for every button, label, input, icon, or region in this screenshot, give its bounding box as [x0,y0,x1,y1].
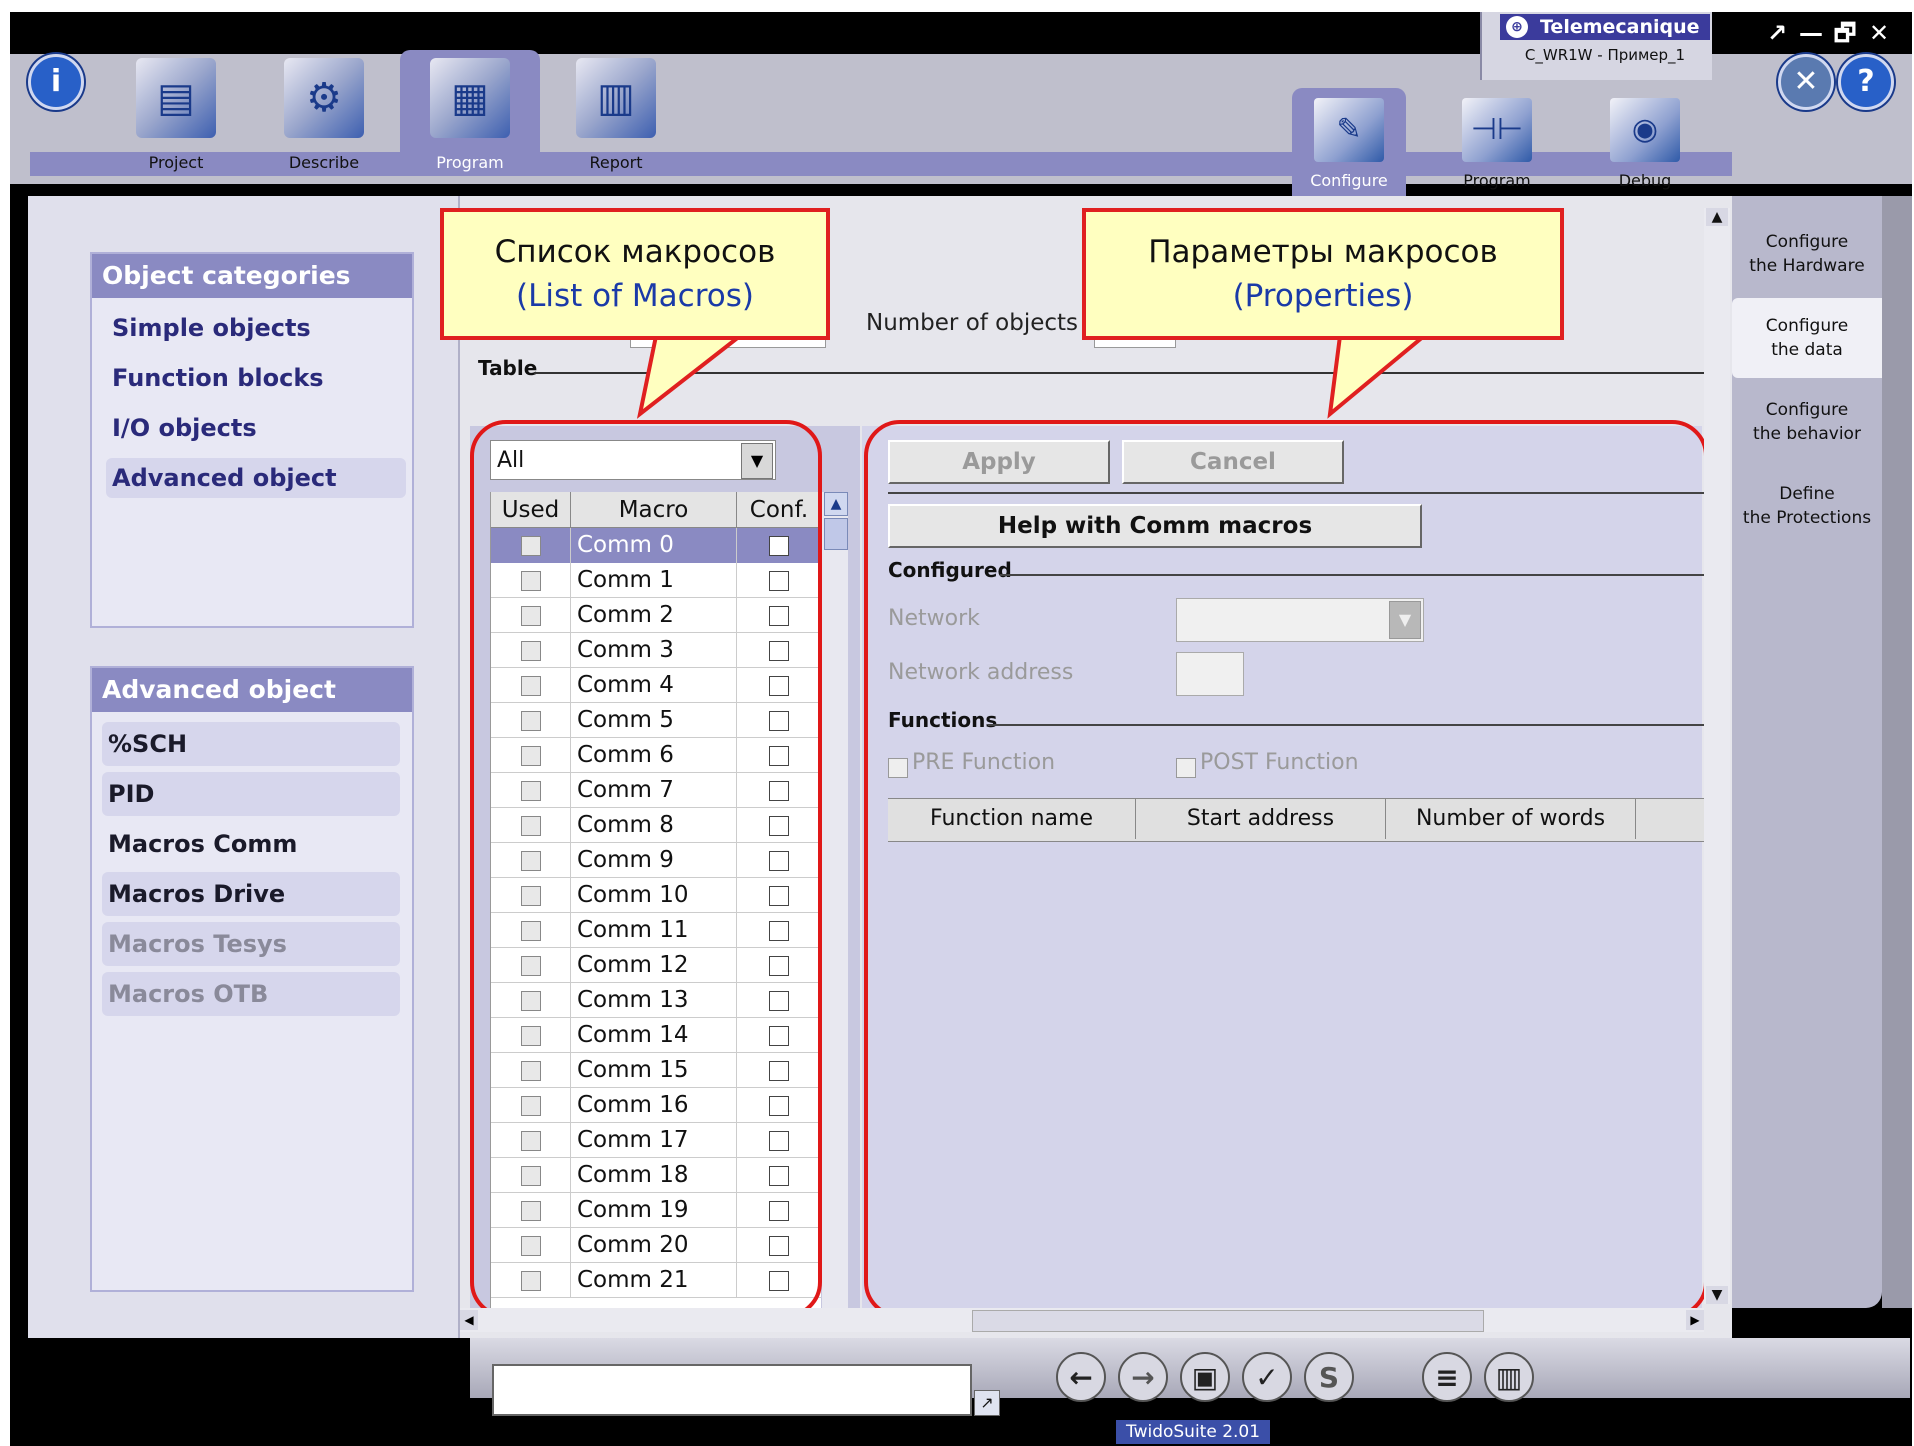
callout-props-en: (Properties) [1232,278,1414,314]
back-arrow-icon[interactable]: ← [1056,1352,1106,1402]
describe-folder-icon: ⚙ [284,58,364,138]
subtab-label: Configure [1310,171,1388,190]
tab-label: Project [148,153,204,172]
tab-label: Describe [288,153,360,172]
status-message-field[interactable] [492,1364,972,1416]
list-icon[interactable]: ≡ [1422,1352,1472,1402]
macro-table-scrollbar[interactable]: ▲ [822,492,848,1310]
nav-configure-data[interactable]: Configure the data [1732,298,1882,378]
tab-report[interactable]: ▥ Report [546,50,686,176]
right-rail [1882,196,1912,1308]
minimize-icon[interactable]: — [1794,19,1828,47]
nav-line1: Configure [1765,232,1849,252]
list-highlight-ring [470,420,822,1318]
subtab-configure[interactable]: ✎ Configure [1292,88,1406,196]
scroll-left-icon[interactable]: ◀ [460,1310,478,1330]
nav-line1: Configure [1765,316,1849,336]
scroll-right-icon[interactable]: ▶ [1686,1310,1704,1330]
callout-props-ru: Параметры макросов [1148,234,1498,270]
nav-line2: the behavior [1753,424,1861,444]
brand-name: Telemecanique [1540,16,1700,38]
tab-project[interactable]: ▤ Project [106,50,246,176]
nav-line2: the Protections [1742,508,1872,528]
globe-icon: ⊕ [1506,16,1528,38]
suite-version: TwidoSuite 2.01 [1116,1420,1271,1444]
scroll-up-icon[interactable]: ▲ [824,492,848,516]
subtab-program[interactable]: ⊣⊢ Program [1440,88,1554,196]
report-folder-icon: ▥ [576,58,656,138]
tab-program[interactable]: ▦ Program [400,50,540,176]
info-icon[interactable]: i [28,54,84,110]
validate-icon[interactable]: ✓ [1242,1352,1292,1402]
subtab-label: Debug [1618,171,1672,190]
scroll-up-icon[interactable]: ▲ [1706,208,1728,226]
close-app-icon[interactable]: ✕ [1778,54,1834,110]
callout-list-of-macros: Список макросов (List of Macros) [440,208,830,340]
advanced-title: Advanced object [92,668,412,712]
adv-item-pid[interactable]: PID [102,772,400,816]
help-icon[interactable]: ? [1838,54,1894,110]
program-ladder-icon: ⊣⊢ [1462,98,1532,162]
main-horizontal-scrollbar[interactable]: ◀ ▶ [460,1308,1704,1332]
subtab-debug[interactable]: ◉ Debug [1588,88,1702,196]
tab-describe[interactable]: ⚙ Describe [254,50,394,176]
props-highlight-ring [864,420,1708,1318]
restore-arrow-icon[interactable]: ↗ [1760,19,1794,47]
nav-line2: the Hardware [1749,256,1865,276]
project-name: C_WR1W - Пример_1 [1524,46,1686,64]
maximize-icon[interactable]: 🗗 [1828,16,1862,57]
adv-item-macros-comm[interactable]: Macros Comm [102,822,400,866]
scroll-down-icon[interactable]: ▼ [1706,1286,1728,1304]
nav-define-protections[interactable]: Define the Protections [1732,466,1882,546]
nav-configure-behavior[interactable]: Configure the behavior [1732,382,1882,462]
advanced-object-panel: Advanced object %SCH PID Macros Comm Mac… [90,666,414,1292]
nav-configure-hardware[interactable]: Configure the Hardware [1732,214,1882,294]
simulate-icon[interactable]: S [1304,1352,1354,1402]
adv-item-macros-drive[interactable]: Macros Drive [102,872,400,916]
program-folder-icon: ▦ [430,58,510,138]
callout-list-ru: Список макросов [494,234,776,270]
category-function-blocks[interactable]: Function blocks [106,358,406,398]
subtab-label: Program [1463,171,1531,190]
adv-item-macros-otb: Macros OTB [102,972,400,1016]
nav-line1: Configure [1765,400,1849,420]
configure-icon: ✎ [1314,98,1384,162]
object-categories-panel: Object categories Simple objects Functio… [90,252,414,628]
forward-arrow-icon[interactable]: → [1118,1352,1168,1402]
hscroll-thumb[interactable] [972,1310,1484,1332]
plc-connect-icon[interactable]: ▥ [1484,1352,1534,1402]
project-folder-icon: ▤ [136,58,216,138]
category-simple-objects[interactable]: Simple objects [106,308,406,348]
main-vertical-scrollbar[interactable]: ▲ ▼ [1704,208,1730,1304]
expand-arrow-icon[interactable]: ↗ [974,1390,1000,1416]
close-icon[interactable]: ✕ [1862,19,1896,47]
nav-line1: Define [1779,484,1835,504]
adv-item-sch[interactable]: %SCH [102,722,400,766]
category-advanced-object[interactable]: Advanced object [106,458,406,498]
debug-eye-icon: ◉ [1610,98,1680,162]
tab-label: Program [436,153,504,172]
categories-title: Object categories [92,254,412,298]
tab-label: Report [589,153,643,172]
brand-label: ⊕ Telemecanique [1500,14,1710,40]
category-io-objects[interactable]: I/O objects [106,408,406,448]
save-icon[interactable]: ▣ [1180,1352,1230,1402]
nav-line2: the data [1771,340,1843,360]
callout-properties: Параметры макросов (Properties) [1082,208,1564,340]
scroll-thumb[interactable] [824,518,848,550]
adv-item-macros-tesys: Macros Tesys [102,922,400,966]
callout-list-en: (List of Macros) [516,278,754,314]
window-controls: ↗ — 🗗 ✕ [1760,16,1910,47]
